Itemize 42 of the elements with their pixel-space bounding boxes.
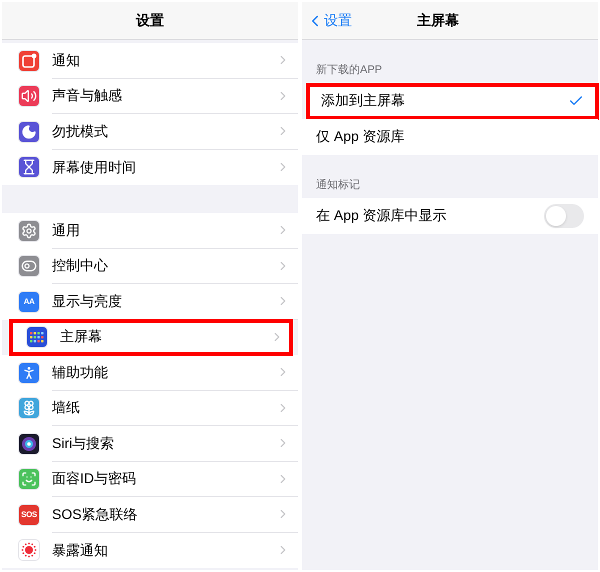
row-label: 控制中心: [52, 256, 109, 276]
row-label: 显示与亮度: [52, 292, 123, 311]
settings-row[interactable]: 声音与触感: [2, 78, 298, 114]
app-icon: AA: [18, 290, 40, 313]
settings-row[interactable]: 主屏幕: [10, 320, 292, 355]
toggle-switch[interactable]: [544, 204, 584, 228]
option-row[interactable]: 添加到主屏幕: [307, 84, 598, 119]
settings-row[interactable]: 暴露通知: [2, 532, 298, 568]
row-label: 屏幕使用时间: [52, 158, 137, 177]
settings-row[interactable]: Siri与搜索: [2, 426, 298, 462]
settings-row[interactable]: 屏幕使用时间: [2, 150, 298, 185]
window-title: 设置: [136, 11, 164, 30]
option-label: 添加到主屏幕: [321, 91, 406, 110]
window-title: 主屏幕: [417, 11, 459, 30]
section-header: 新下载的APP: [315, 62, 384, 78]
back-button[interactable]: 设置: [302, 10, 352, 31]
option-row[interactable]: 在 App 资源库中显示: [302, 198, 598, 234]
row-label: 墙纸: [52, 398, 81, 418]
row-label: 声音与触感: [52, 86, 123, 106]
row-label: 面容ID与密码: [52, 469, 137, 488]
settings-row[interactable]: 通用: [2, 213, 298, 248]
row-label: 主屏幕: [60, 327, 103, 346]
row-label: 辅助功能: [52, 362, 109, 382]
row-label: 勿扰模式: [52, 122, 109, 141]
section-header: 通知标记: [315, 178, 361, 192]
settings-row[interactable]: 勿扰模式: [2, 114, 298, 150]
row-label: 暴露通知: [52, 540, 109, 560]
settings-row[interactable]: 通知: [2, 43, 298, 78]
settings-row[interactable]: AA 显示与亮度: [2, 284, 298, 320]
row-label: 通用: [52, 220, 81, 240]
row-label: Siri与搜索: [52, 434, 116, 453]
option-label: 在 App 资源库中显示: [316, 206, 448, 226]
option-label: 仅 App 资源库: [316, 127, 406, 146]
settings-row[interactable]: 墙纸: [2, 390, 298, 426]
row-label: 通知: [52, 50, 81, 70]
option-row[interactable]: 仅 App 资源库: [302, 119, 598, 154]
settings-row[interactable]: SOS SOS紧急联络: [2, 497, 298, 532]
app-icon: SOS: [18, 504, 40, 526]
settings-row[interactable]: 面容ID与密码: [2, 462, 298, 497]
settings-row[interactable]: 辅助功能: [2, 355, 298, 390]
settings-row[interactable]: 控制中心: [2, 248, 298, 284]
row-label: SOS紧急联络: [52, 504, 139, 524]
